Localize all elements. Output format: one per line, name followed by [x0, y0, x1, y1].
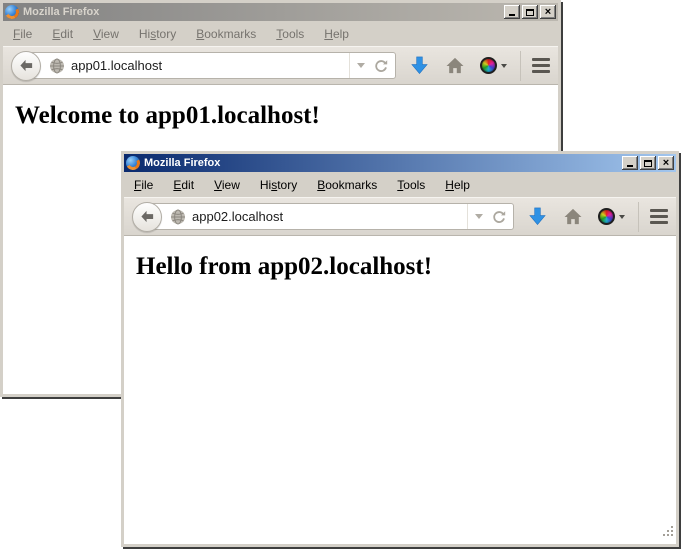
url-controls [467, 204, 513, 229]
download-icon[interactable] [410, 56, 429, 75]
titlebar-buttons: × [504, 5, 556, 19]
back-button[interactable] [11, 51, 41, 81]
page-content: Hello from app02.localhost! [124, 236, 676, 544]
hamburger-menu-icon[interactable] [532, 56, 550, 75]
maximize-icon [644, 160, 652, 167]
globe-icon[interactable] [170, 209, 186, 225]
firefox-icon [5, 5, 19, 19]
toolbar-separator [638, 202, 639, 232]
menu-bar: File Edit View History Bookmarks Tools Help [3, 21, 558, 46]
globe-icon[interactable] [49, 58, 65, 74]
back-icon [19, 58, 34, 73]
addon-dropdown-caret-icon [501, 64, 507, 68]
download-icon[interactable] [528, 207, 547, 226]
url-controls [349, 53, 395, 78]
url-dropdown-caret-icon[interactable] [357, 63, 365, 68]
url-text[interactable]: app01.localhost [71, 58, 162, 73]
menu-item-view[interactable]: View [89, 25, 123, 43]
toolbar-separator [520, 51, 521, 81]
menu-item-bookmarks[interactable]: Bookmarks [192, 25, 260, 43]
url-dropdown-caret-icon[interactable] [475, 214, 483, 219]
colorwheel-addon-button[interactable] [598, 208, 625, 225]
menu-item-file[interactable]: File [130, 176, 157, 194]
window-title: Mozilla Firefox [144, 157, 220, 169]
addon-dropdown-caret-icon [619, 215, 625, 219]
home-icon[interactable] [446, 57, 464, 74]
hamburger-menu-icon[interactable] [650, 207, 668, 226]
close-icon: × [545, 7, 551, 17]
minimize-button[interactable] [504, 5, 520, 19]
close-icon: × [663, 158, 669, 168]
firefox-icon [126, 156, 140, 170]
close-button[interactable]: × [658, 156, 674, 170]
home-icon[interactable] [564, 208, 582, 225]
menu-item-edit[interactable]: Edit [48, 25, 77, 43]
back-button[interactable] [132, 202, 162, 232]
url-bar[interactable]: app02.localhost [147, 203, 514, 230]
maximize-button[interactable] [522, 5, 538, 19]
minimize-button[interactable] [622, 156, 638, 170]
colorwheel-addon-icon [480, 57, 497, 74]
titlebar[interactable]: Mozilla Firefox × [3, 3, 558, 21]
resize-grip-icon[interactable] [662, 525, 675, 543]
menu-item-file[interactable]: File [9, 25, 36, 43]
page-heading: Hello from app02.localhost! [136, 253, 676, 281]
minimize-icon [627, 165, 633, 167]
menu-item-history[interactable]: History [135, 25, 180, 43]
minimize-icon [509, 14, 515, 16]
menu-item-help[interactable]: Help [441, 176, 474, 194]
titlebar[interactable]: Mozilla Firefox × [124, 154, 676, 172]
url-bar[interactable]: app01.localhost [26, 52, 396, 79]
colorwheel-addon-button[interactable] [480, 57, 507, 74]
navigation-toolbar: app01.localhost [3, 46, 558, 85]
colorwheel-addon-icon [598, 208, 615, 225]
menu-bar: File Edit View History Bookmarks Tools Help [124, 172, 676, 197]
menu-item-tools[interactable]: Tools [272, 25, 308, 43]
desktop: Mozilla Firefox × File Edit View History Boo… [0, 0, 688, 551]
menu-item-history[interactable]: History [256, 176, 301, 194]
page-heading: Welcome to app01.localhost! [15, 102, 558, 130]
reload-icon[interactable] [374, 59, 388, 73]
menu-item-bookmarks[interactable]: Bookmarks [313, 176, 381, 194]
reload-icon[interactable] [492, 210, 506, 224]
maximize-icon [526, 9, 534, 16]
menu-item-tools[interactable]: Tools [393, 176, 429, 194]
browser-window-app02: Mozilla Firefox × File Edit View History Boo… [121, 151, 679, 547]
maximize-button[interactable] [640, 156, 656, 170]
menu-item-view[interactable]: View [210, 176, 244, 194]
menu-item-edit[interactable]: Edit [169, 176, 198, 194]
navigation-toolbar: app02.localhost [124, 197, 676, 236]
url-text[interactable]: app02.localhost [192, 209, 283, 224]
menu-item-help[interactable]: Help [320, 25, 353, 43]
window-title: Mozilla Firefox [23, 6, 99, 18]
back-icon [140, 209, 155, 224]
close-button[interactable]: × [540, 5, 556, 19]
titlebar-buttons: × [622, 156, 674, 170]
